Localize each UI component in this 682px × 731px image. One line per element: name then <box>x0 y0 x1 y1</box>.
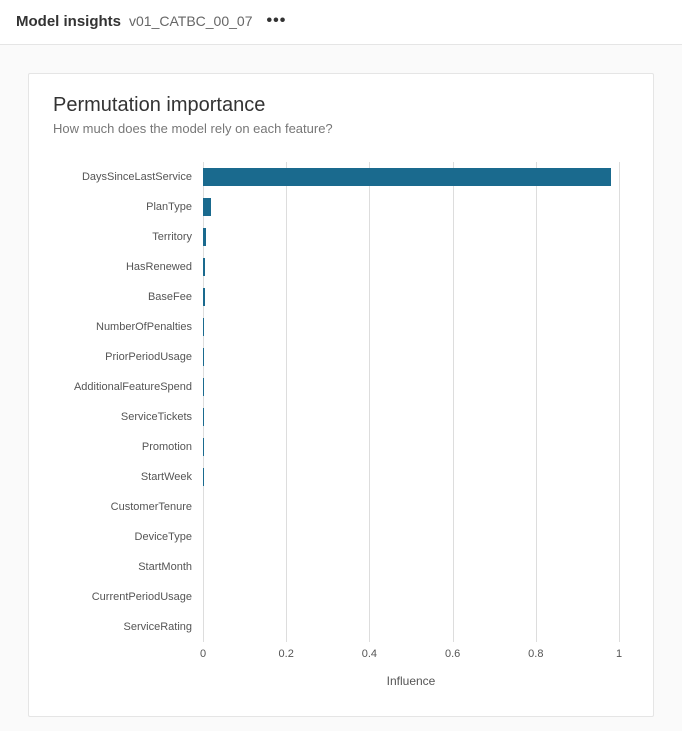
bar-row <box>203 462 619 492</box>
bar <box>203 258 205 276</box>
bar-row <box>203 492 619 522</box>
bar-row <box>203 582 619 612</box>
x-tick-label: 0.8 <box>528 648 543 660</box>
bar <box>203 288 205 306</box>
x-axis-ticks: 0 0.2 0.4 0.6 0.8 1 <box>203 646 619 666</box>
y-label: DeviceType <box>53 522 198 552</box>
x-tick-label: 0.6 <box>445 648 460 660</box>
y-label: AdditionalFeatureSpend <box>53 372 198 402</box>
bar <box>203 168 611 186</box>
y-label: PlanType <box>53 192 198 222</box>
y-label: Promotion <box>53 432 198 462</box>
bar-row <box>203 312 619 342</box>
bar <box>203 348 204 366</box>
bar-row <box>203 402 619 432</box>
y-label: StartMonth <box>53 552 198 582</box>
model-name: v01_CATBC_00_07 <box>129 13 252 29</box>
x-tick-label: 1 <box>616 648 622 660</box>
chart-title: Permutation importance <box>53 94 629 117</box>
y-label: CurrentPeriodUsage <box>53 582 198 612</box>
chart-subtitle: How much does the model rely on each fea… <box>53 121 629 136</box>
bar-row <box>203 162 619 192</box>
bar-row <box>203 522 619 552</box>
y-axis-labels: DaysSinceLastServicePlanTypeTerritoryHas… <box>53 162 198 642</box>
bar <box>203 228 206 246</box>
bar-row <box>203 432 619 462</box>
bar <box>203 198 211 216</box>
bar-row <box>203 192 619 222</box>
bar-row <box>203 252 619 282</box>
x-tick-label: 0.2 <box>279 648 294 660</box>
bar-row <box>203 282 619 312</box>
chart-card: Permutation importance How much does the… <box>28 73 654 717</box>
y-label: BaseFee <box>53 282 198 312</box>
page-header: Model insights v01_CATBC_00_07 ••• <box>0 0 682 45</box>
bar-row <box>203 612 619 642</box>
x-axis-label: Influence <box>203 674 619 688</box>
grid-line <box>619 162 620 642</box>
more-menu-button[interactable]: ••• <box>262 10 290 32</box>
x-tick-label: 0 <box>200 648 206 660</box>
y-label: ServiceTickets <box>53 402 198 432</box>
y-label: HasRenewed <box>53 252 198 282</box>
bar-row <box>203 222 619 252</box>
page-title: Model insights <box>16 13 121 30</box>
bar-row <box>203 552 619 582</box>
y-label: PriorPeriodUsage <box>53 342 198 372</box>
chart-container: DaysSinceLastServicePlanTypeTerritoryHas… <box>53 152 629 692</box>
y-label: StartWeek <box>53 462 198 492</box>
y-label: CustomerTenure <box>53 492 198 522</box>
y-label: ServiceRating <box>53 612 198 642</box>
bar <box>203 318 204 336</box>
plot-area <box>203 162 619 642</box>
y-label: DaysSinceLastService <box>53 162 198 192</box>
y-label: Territory <box>53 222 198 252</box>
ellipsis-icon: ••• <box>266 12 286 29</box>
bars-group <box>203 162 619 642</box>
bar-row <box>203 372 619 402</box>
bar-row <box>203 342 619 372</box>
y-label: NumberOfPenalties <box>53 312 198 342</box>
x-tick-label: 0.4 <box>362 648 377 660</box>
